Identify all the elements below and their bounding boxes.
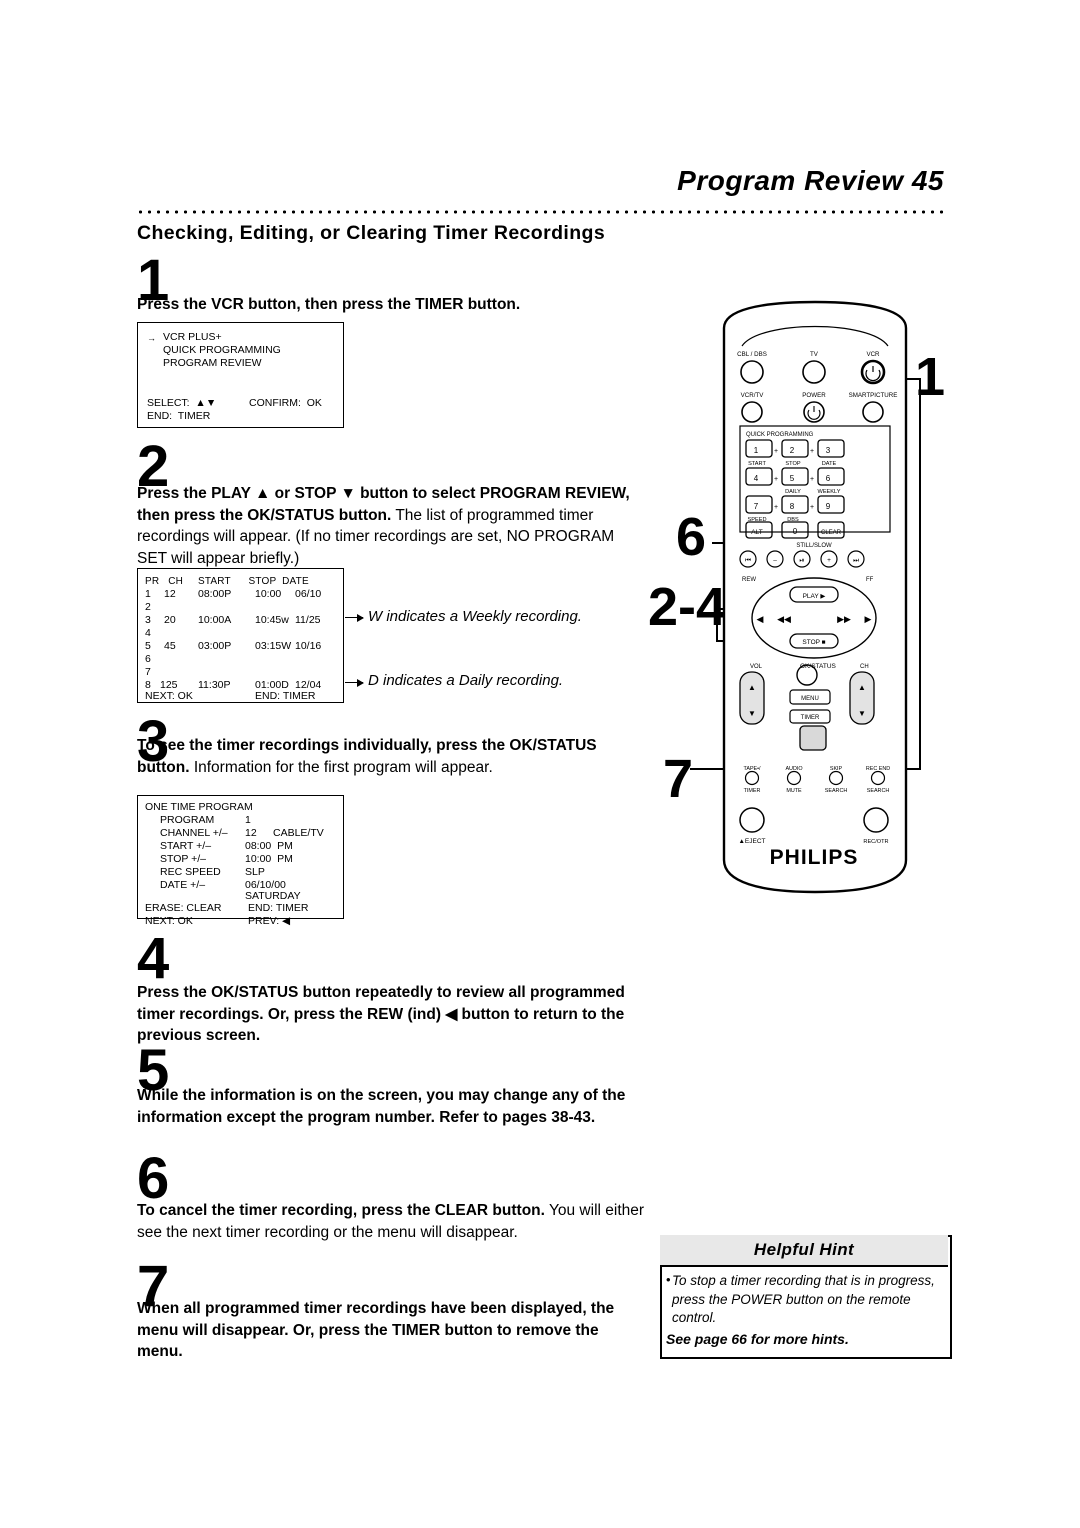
step-text-7: When all programmed timer recordings hav…	[137, 1300, 615, 1360]
helpful-hint-footer: See page 66 for more hints.	[666, 1331, 849, 1347]
hint-bullet: •	[666, 1272, 671, 1287]
osd-list-end: END: TIMER	[255, 690, 316, 702]
label-ff: FF	[866, 577, 874, 583]
osd-menu-select: SELECT: ▲▼	[147, 397, 217, 409]
manual-page: Program Review 45 Checking, Editing, or …	[0, 0, 1080, 1528]
osd-menu-item-0: VCR PLUS+	[163, 331, 222, 343]
osd-main-menu: → VCR PLUS+ QUICK PROGRAMMING PROGRAM RE…	[137, 322, 344, 428]
dotted-rule	[136, 209, 948, 215]
svg-text:+: +	[774, 476, 778, 483]
label-timer: TIMER	[801, 715, 820, 721]
label-vcr-tv: VCR/TV	[741, 392, 765, 399]
svg-text:4: 4	[754, 474, 759, 483]
osd-menu-confirm: CONFIRM: OK	[249, 397, 322, 409]
daily-arrow	[345, 677, 364, 689]
osd-detail-end: END: TIMER	[248, 902, 309, 914]
osd-detail-title: ONE TIME PROGRAM	[145, 801, 253, 813]
label-play: PLAY ▶	[803, 593, 827, 600]
label-rew: REW	[742, 577, 756, 583]
label-quick-programming: QUICK PROGRAMMING	[746, 432, 814, 438]
svg-text:5: 5	[790, 474, 795, 483]
osd-detail-erase: ERASE: CLEAR	[145, 902, 222, 914]
label-ok-status: OK/STATUS	[800, 663, 837, 670]
svg-text:TIMER: TIMER	[744, 788, 761, 794]
callout-7: 7	[663, 749, 694, 809]
svg-text:◀◀: ◀◀	[777, 614, 791, 624]
brand-philips: PHILIPS	[770, 846, 859, 869]
label-tv: TV	[810, 351, 819, 358]
osd-program-list: PR CH START STOP DATE 1 12 08:00P 10:00 …	[137, 568, 344, 703]
svg-text:⏮: ⏮	[745, 557, 751, 564]
svg-text:+: +	[810, 448, 814, 455]
svg-text:+: +	[827, 557, 831, 564]
helpful-hint-body: To stop a timer recording that is in pro…	[672, 1273, 935, 1325]
svg-text:WEEKLY: WEEKLY	[818, 489, 841, 495]
section-subhead: Checking, Editing, or Clearing Timer Rec…	[137, 222, 606, 244]
svg-text:STOP: STOP	[785, 461, 800, 467]
svg-text:▼: ▼	[748, 709, 756, 718]
svg-text:SPEED: SPEED	[748, 517, 767, 523]
svg-text:▲: ▲	[858, 683, 866, 692]
svg-text:0: 0	[793, 527, 798, 536]
label-still-slow: STILL/SLOW	[796, 543, 832, 549]
step-text-2: Press the PLAY ▲ or STOP ▼ button to sel…	[137, 485, 630, 567]
label-vcr: VCR	[866, 351, 880, 358]
page-title: Program Review 45	[677, 165, 944, 196]
svg-text:DBS: DBS	[787, 517, 799, 523]
svg-text:◀: ◀	[757, 614, 764, 624]
svg-text:9: 9	[826, 502, 831, 511]
svg-text:1: 1	[754, 446, 759, 455]
svg-text:–: –	[773, 557, 777, 564]
helpful-hint-title: Helpful Hint	[660, 1235, 948, 1267]
svg-text:+: +	[774, 448, 778, 455]
svg-text:SEARCH: SEARCH	[825, 788, 848, 794]
label-ch: CH	[860, 664, 869, 670]
label-stop: STOP ■	[802, 639, 825, 646]
svg-text:ALT: ALT	[751, 529, 762, 536]
svg-text:START: START	[748, 461, 766, 467]
annotation-daily: D indicates a Daily recording.	[368, 672, 564, 689]
step-text-1: Press the VCR button, then press the TIM…	[137, 296, 521, 313]
osd-list-next: NEXT: OK	[145, 690, 193, 702]
svg-text:DATE: DATE	[822, 461, 837, 467]
label-rec-otr: REC/OTR	[863, 839, 888, 845]
osd-menu-item-1: QUICK PROGRAMMING	[163, 344, 281, 356]
osd-menu-end: END: TIMER	[147, 410, 211, 422]
step-text-5: While the information is on the screen, …	[137, 1087, 626, 1126]
svg-text:8: 8	[790, 502, 795, 511]
svg-text:CLEAR: CLEAR	[821, 530, 842, 536]
step-number-4: 4	[137, 926, 170, 991]
remote-control-illustration: CBL / DBS TV VCR VCR/TV POWER SMARTPICTU…	[690, 300, 940, 894]
osd-program-detail: ONE TIME PROGRAM PROGRAM 1 CHANNEL +/– 12 C…	[137, 795, 344, 927]
svg-text:SEARCH: SEARCH	[867, 788, 890, 794]
label-menu: MENU	[801, 696, 819, 702]
svg-text:2: 2	[790, 446, 795, 455]
label-vol: VOL	[750, 664, 763, 670]
svg-text:▼: ▼	[858, 709, 866, 718]
step-text-3: To see the timer recordings individually…	[137, 737, 597, 776]
osd-detail-prev: PREV: ◀	[248, 915, 291, 927]
svg-text:+: +	[774, 504, 778, 511]
svg-text:+: +	[810, 476, 814, 483]
label-cbl-dbs: CBL / DBS	[737, 351, 767, 358]
svg-text:⏭: ⏭	[853, 557, 859, 564]
svg-text:▲: ▲	[748, 683, 756, 692]
svg-text:6: 6	[826, 474, 831, 483]
label-smartpicture: SMARTPICTURE	[849, 392, 898, 399]
svg-text:⏯: ⏯	[799, 557, 804, 564]
svg-text:7: 7	[754, 502, 759, 511]
svg-text:MUTE: MUTE	[786, 788, 802, 794]
weekly-arrow	[345, 612, 364, 624]
svg-text:▶: ▶	[865, 614, 872, 624]
annotation-weekly: W indicates a Weekly recording.	[368, 608, 582, 625]
svg-text:▶▶: ▶▶	[837, 614, 851, 624]
step-text-6: To cancel the timer recording, press the…	[137, 1202, 645, 1241]
label-eject: ▲EJECT	[738, 838, 765, 845]
label-power: POWER	[802, 392, 826, 399]
step-text-4: Press the OK/STATUS button repeatedly to…	[137, 984, 625, 1044]
svg-text:3: 3	[826, 446, 831, 455]
svg-text:+: +	[810, 504, 814, 511]
osd-menu-item-2: PROGRAM REVIEW	[163, 357, 262, 369]
svg-text:DAILY: DAILY	[785, 489, 801, 495]
